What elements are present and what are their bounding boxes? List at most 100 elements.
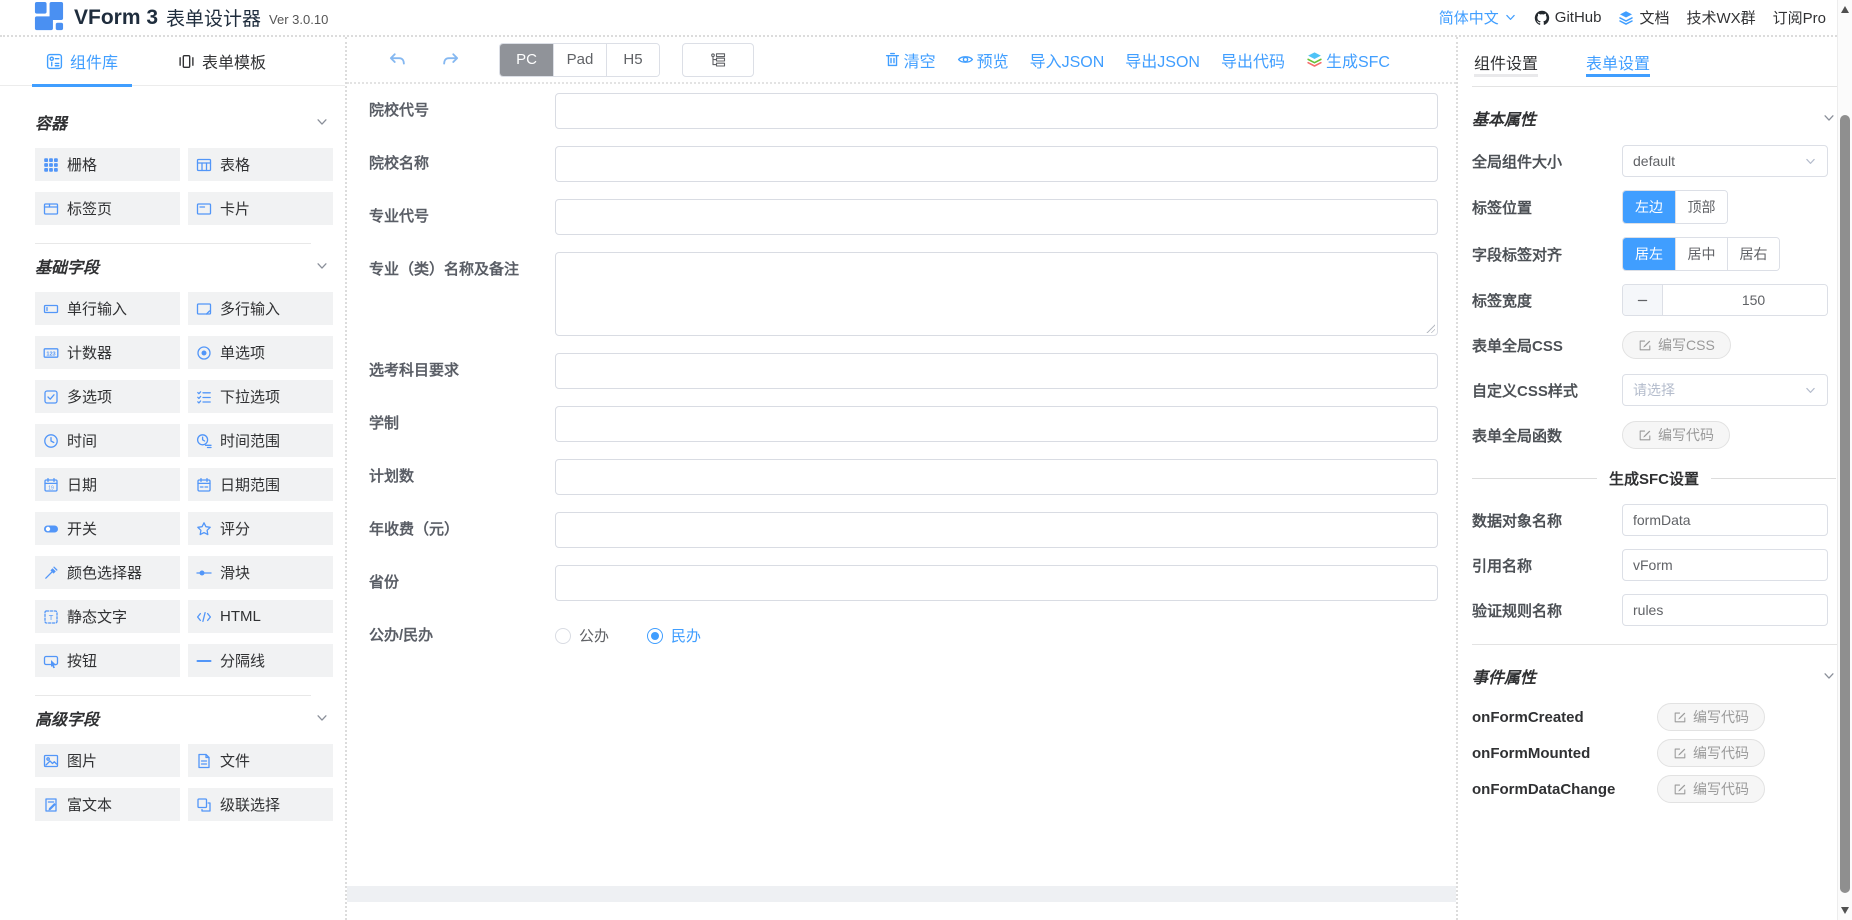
component-item[interactable]: 表格 (188, 148, 333, 181)
settings-row-control: 编写CSS (1622, 331, 1836, 359)
form-text-input[interactable] (555, 565, 1438, 601)
form-design-canvas[interactable]: 院校代号院校名称专业代号专业（类）名称及备注选考科目要求学制计划数年收费（元）省… (347, 84, 1456, 886)
node-tree-button[interactable] (682, 43, 754, 77)
write-code-button[interactable]: 编写代码 (1657, 775, 1765, 803)
form-text-input[interactable] (555, 512, 1438, 548)
header-link[interactable]: GitHub (1534, 9, 1602, 26)
component-item[interactable]: 卡片 (188, 192, 333, 225)
settings-row: 验证规则名称 (1472, 594, 1836, 626)
component-item[interactable]: 下拉选项 (188, 380, 333, 413)
toolbar-action[interactable]: 导出JSON (1125, 48, 1200, 72)
settings-text-input[interactable] (1622, 504, 1828, 536)
write-code-button[interactable]: 编写代码 (1622, 421, 1730, 449)
select-dropdown[interactable]: default (1622, 145, 1828, 177)
device-option-h5[interactable]: H5 (606, 44, 659, 76)
component-item-label: 日期范围 (220, 474, 280, 495)
write-code-button[interactable]: 编写代码 (1657, 703, 1765, 731)
write-code-button[interactable]: 编写CSS (1622, 331, 1731, 359)
chevron-down-icon[interactable] (1822, 111, 1836, 125)
scrollbar-down-arrow[interactable] (1841, 907, 1849, 914)
write-code-button[interactable]: 编写代码 (1657, 739, 1765, 767)
form-textarea[interactable] (555, 252, 1438, 336)
stepper-input[interactable] (1663, 285, 1828, 315)
chevron-down-icon[interactable] (315, 115, 329, 129)
toolbar-action[interactable]: 生成SFC (1306, 48, 1390, 72)
scrollbar-up-arrow[interactable] (1841, 6, 1849, 13)
component-item[interactable]: 标签页 (35, 192, 180, 225)
segmented-option[interactable]: 居左 (1623, 238, 1675, 270)
tab-form-template[interactable]: 表单模板 (178, 37, 266, 85)
component-item[interactable]: 时间范围 (188, 424, 333, 457)
header-link[interactable]: 订阅Pro (1773, 7, 1826, 28)
component-item[interactable]: 多选项 (35, 380, 180, 413)
divider-icon (196, 653, 212, 669)
vertical-scrollbar[interactable] (1837, 0, 1852, 920)
component-item[interactable]: 123计数器 (35, 336, 180, 369)
settings-row: 表单全局函数编写代码 (1472, 419, 1836, 451)
segmented-option[interactable]: 居中 (1675, 238, 1727, 270)
stepper-decrease-button[interactable] (1623, 285, 1663, 315)
select-dropdown[interactable]: 请选择 (1622, 374, 1828, 406)
toolbar-action[interactable]: 预览 (957, 48, 1009, 72)
component-item[interactable]: 时间 (35, 424, 180, 457)
segmented-option[interactable]: 居右 (1727, 238, 1779, 270)
settings-text-input[interactable] (1622, 594, 1828, 626)
component-item[interactable]: 滑块 (188, 556, 333, 589)
tab-widget-settings[interactable]: 组件设置 (1474, 37, 1538, 86)
tab-form-settings[interactable]: 表单设置 (1586, 37, 1650, 86)
event-name-label: onFormCreated (1472, 709, 1622, 726)
form-text-input[interactable] (555, 406, 1438, 442)
form-text-input[interactable] (555, 199, 1438, 235)
chevron-down-icon[interactable] (1822, 669, 1836, 683)
trash-icon (884, 51, 901, 68)
component-item[interactable]: 按钮 (35, 644, 180, 677)
segmented-option[interactable]: 左边 (1623, 191, 1675, 223)
settings-text-input[interactable] (1622, 549, 1828, 581)
component-item[interactable]: HTML (188, 600, 333, 633)
form-text-input[interactable] (555, 353, 1438, 389)
component-item[interactable]: 文件 (188, 744, 333, 777)
component-item[interactable]: 开关 (35, 512, 180, 545)
component-item[interactable]: 栅格 (35, 148, 180, 181)
component-item[interactable]: 图片 (35, 744, 180, 777)
header-link[interactable]: 技术WX群 (1686, 7, 1755, 28)
component-item[interactable]: 单行输入 (35, 292, 180, 325)
component-item[interactable]: 单选项 (188, 336, 333, 369)
component-item[interactable]: T静态文字 (35, 600, 180, 633)
settings-row: 字段标签对齐居左居中居右 (1472, 237, 1836, 271)
component-item[interactable]: 日期范围 (188, 468, 333, 501)
form-text-input[interactable] (555, 93, 1438, 129)
canvas-wrap: 院校代号院校名称专业代号专业（类）名称及备注选考科目要求学制计划数年收费（元）省… (347, 84, 1456, 920)
radio-option[interactable]: 公办 (555, 625, 609, 646)
header-link-label: 技术WX群 (1686, 7, 1755, 28)
tab-component-lib[interactable]: 组件库 (46, 37, 118, 85)
radio-option[interactable]: 民办 (647, 625, 701, 646)
form-text-input[interactable] (555, 459, 1438, 495)
component-item[interactable]: 富文本 (35, 788, 180, 821)
settings-row: 表单全局CSS编写CSS (1472, 329, 1836, 361)
toolbar-action[interactable]: 导入JSON (1030, 48, 1105, 72)
undo-icon[interactable] (387, 50, 407, 70)
minus-icon (1636, 294, 1649, 307)
scrollbar-thumb[interactable] (1840, 115, 1850, 893)
redo-icon[interactable] (441, 50, 461, 70)
component-item[interactable]: 19日期 (35, 468, 180, 501)
component-item[interactable]: 级联选择 (188, 788, 333, 821)
component-item[interactable]: 颜色选择器 (35, 556, 180, 589)
chevron-down-icon[interactable] (315, 259, 329, 273)
device-option-pad[interactable]: Pad (553, 44, 606, 76)
header-link[interactable]: 简体中文 (1439, 7, 1517, 28)
toolbar-action[interactable]: 导出代码 (1221, 48, 1285, 72)
settings-row-control: 请选择 (1622, 374, 1836, 406)
chevron-down-icon[interactable] (315, 711, 329, 725)
component-item[interactable]: 分隔线 (188, 644, 333, 677)
settings-row-control: 编写代码 (1622, 421, 1836, 449)
form-text-input[interactable] (555, 146, 1438, 182)
component-item[interactable]: 多行输入 (188, 292, 333, 325)
toolbar-action[interactable]: 清空 (884, 48, 936, 72)
svg-text:19: 19 (48, 485, 54, 491)
device-option-pc[interactable]: PC (500, 44, 553, 76)
component-item[interactable]: 评分 (188, 512, 333, 545)
segmented-option[interactable]: 顶部 (1675, 191, 1727, 223)
header-link[interactable]: 文档 (1618, 7, 1669, 28)
